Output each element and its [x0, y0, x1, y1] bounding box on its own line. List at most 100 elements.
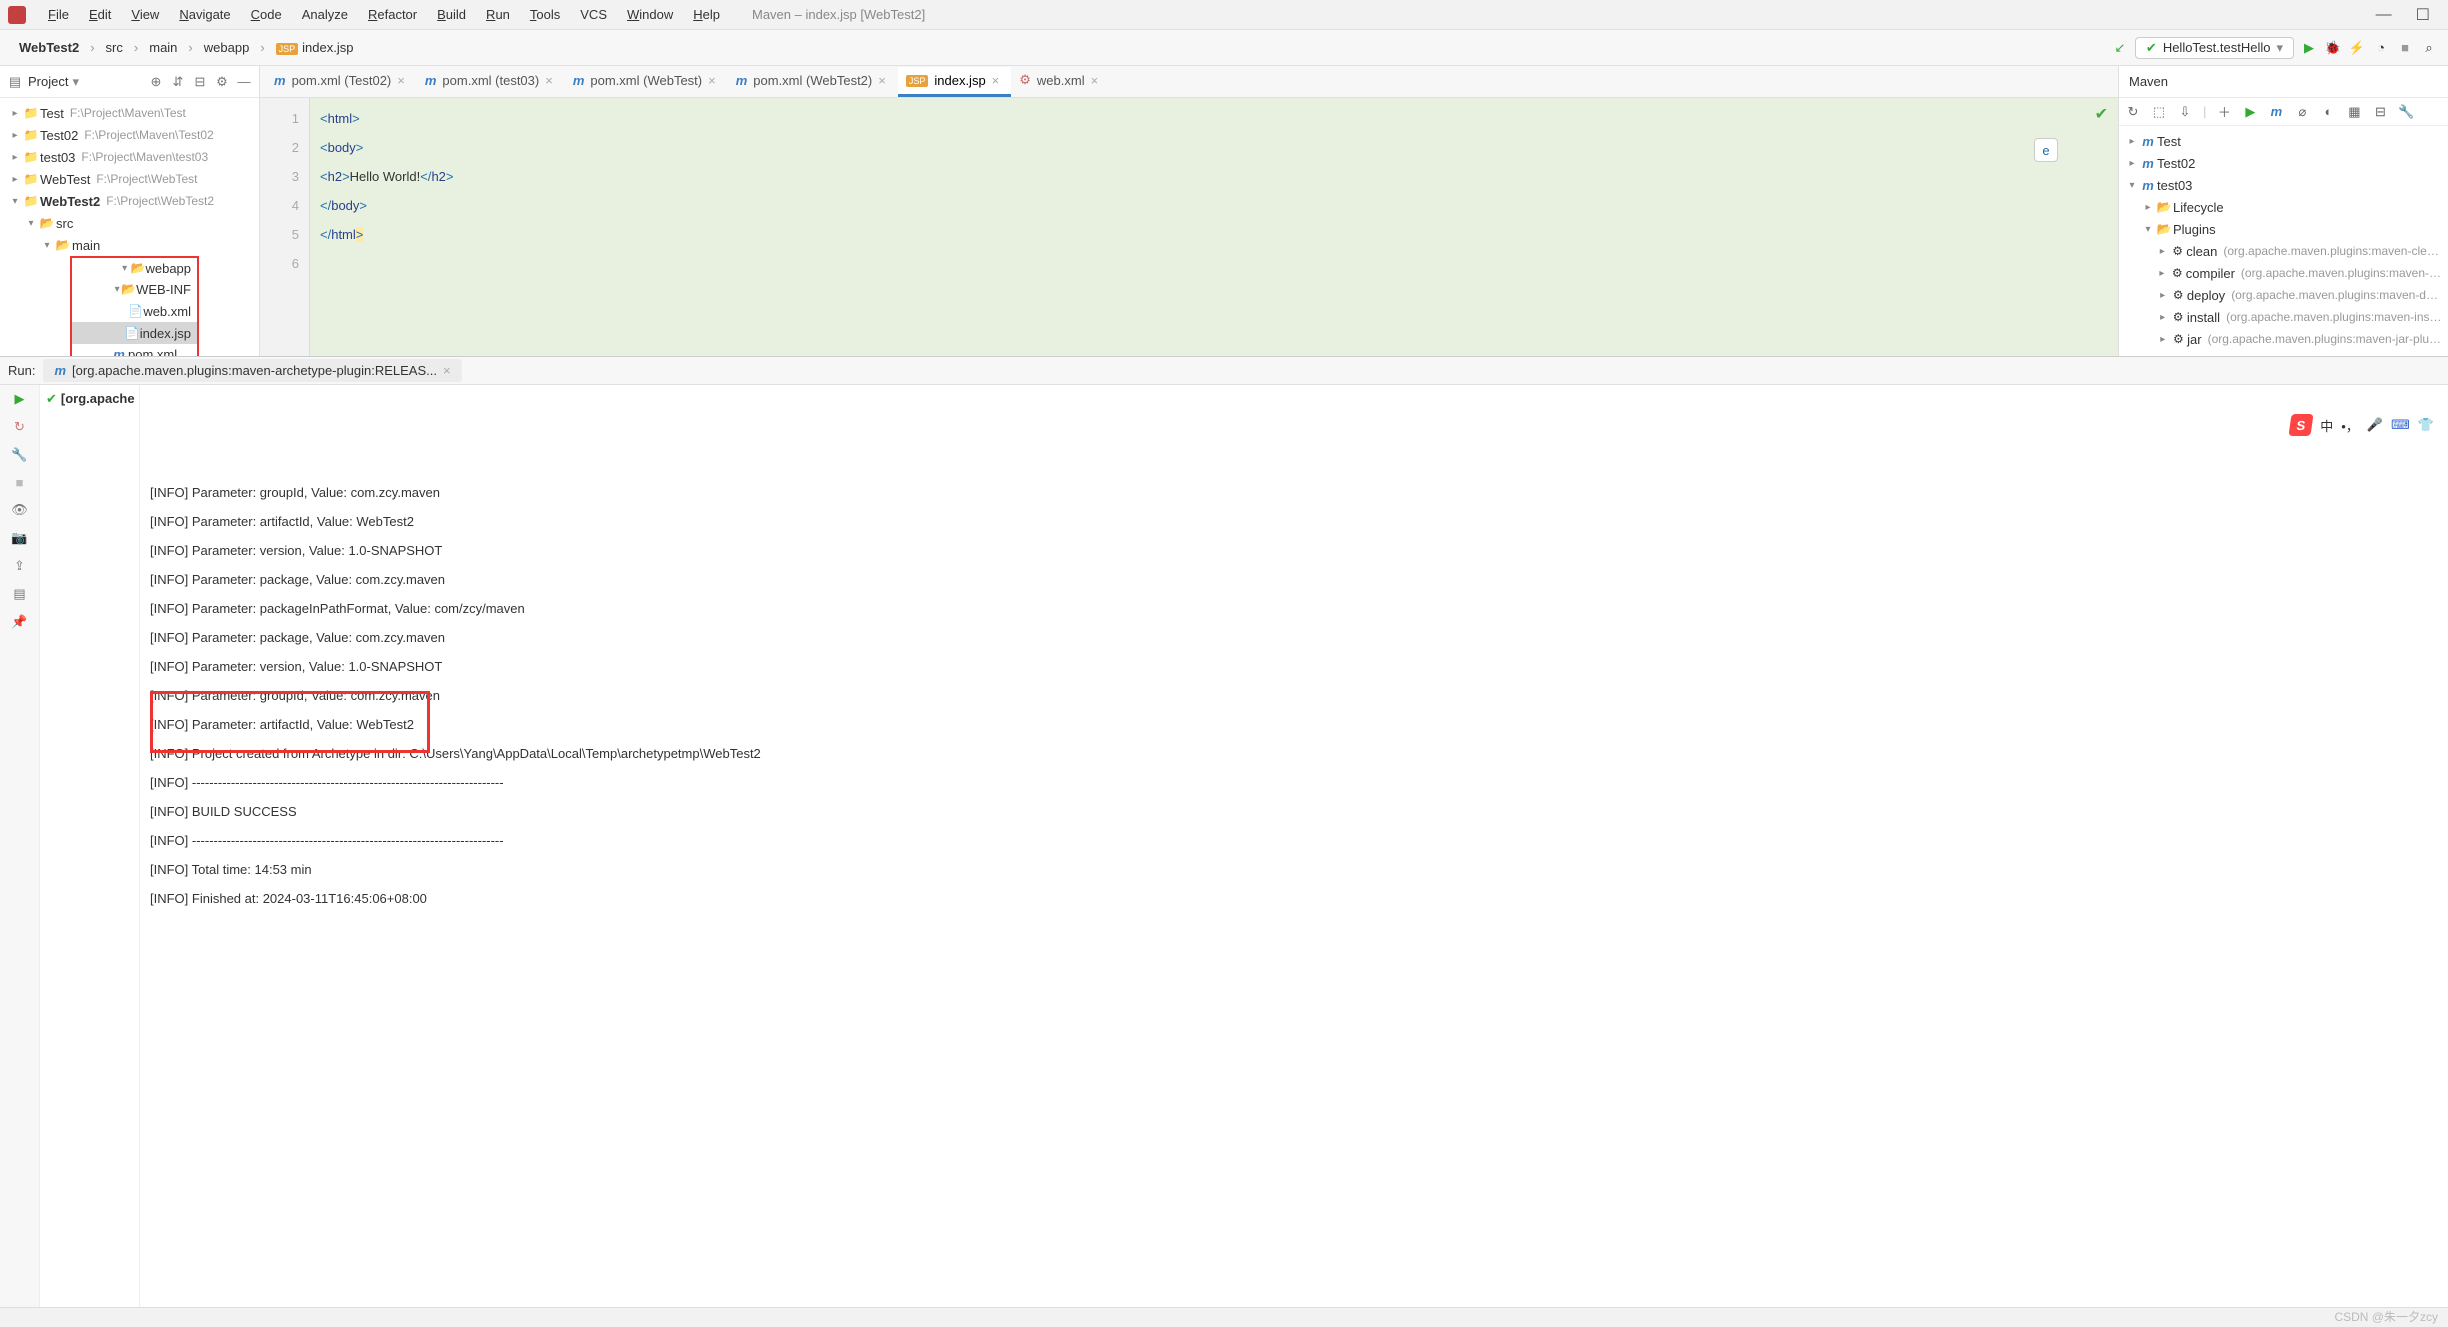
close-icon[interactable]: × [545, 73, 553, 88]
export-icon[interactable]: ⇪ [14, 558, 25, 574]
tree-node-WEB-INF[interactable]: ▾📂WEB-INF [70, 278, 199, 300]
settings-icon[interactable]: ⚙ [213, 74, 231, 90]
console-output[interactable]: [INFO] Parameter: groupId, Value: com.zc… [140, 385, 2448, 1307]
ime-skin-icon[interactable]: 👕 [2418, 417, 2434, 433]
toggle-offline-icon[interactable]: ⌀ [2294, 104, 2310, 120]
tree-node-main[interactable]: ▾📂main [0, 234, 259, 256]
screenshot-icon[interactable]: 📷 [11, 530, 27, 546]
run-maven-icon[interactable]: ▶ [2242, 104, 2258, 120]
select-opened-file-icon[interactable]: ⊕ [147, 74, 165, 90]
maven-node-Test[interactable]: ▸mTest [2119, 130, 2448, 152]
maven-settings-icon[interactable]: 🔧 [2398, 104, 2414, 120]
ime-keyboard-icon[interactable]: ⌨ [2391, 417, 2410, 433]
toggle-wrap-icon[interactable]: 🔧 [11, 447, 27, 463]
breadcrumb-0[interactable]: WebTest2 [10, 37, 88, 58]
tree-node-webapp[interactable]: ▾📂webapp [70, 256, 199, 278]
tab-web-xml[interactable]: ⚙web.xml× [1011, 66, 1110, 97]
close-icon[interactable]: × [443, 363, 451, 378]
maven-node-compiler[interactable]: ▸⚙compiler(org.apache.maven.plugins:mave… [2119, 262, 2448, 284]
run-button[interactable]: ▶ [2300, 40, 2318, 56]
breadcrumb-3[interactable]: webapp [195, 37, 259, 58]
menu-window[interactable]: Window [619, 4, 681, 25]
breadcrumb-4[interactable]: JSPindex.jsp [267, 37, 363, 58]
tree-node-test03[interactable]: ▸📁test03F:\Project\Maven\test03 [0, 146, 259, 168]
close-icon[interactable]: × [397, 73, 405, 88]
maven-m-icon[interactable]: m [2268, 104, 2284, 119]
menu-vcs[interactable]: VCS [572, 4, 615, 25]
minimize-button[interactable]: — [2366, 6, 2402, 24]
profile-button[interactable]: ◔ [2372, 40, 2390, 55]
debug-button[interactable]: 🐞 [2324, 40, 2342, 56]
menu-refactor[interactable]: Refactor [360, 4, 425, 25]
run-tab[interactable]: m [org.apache.maven.plugins:maven-archet… [43, 359, 461, 382]
maximize-button[interactable]: ☐ [2406, 5, 2440, 25]
maven-node-test03[interactable]: ▾mtest03 [2119, 174, 2448, 196]
breadcrumb-1[interactable]: src [97, 37, 132, 58]
tab-pom-xml--webtest-[interactable]: mpom.xml (WebTest)× [565, 67, 728, 97]
generate-sources-icon[interactable]: ⬚ [2151, 104, 2167, 120]
build-icon[interactable]: ↙ [2111, 40, 2129, 56]
maven-node-Test02[interactable]: ▸mTest02 [2119, 152, 2448, 174]
maven-node-deploy[interactable]: ▸⚙deploy(org.apache.maven.plugins:maven-… [2119, 284, 2448, 306]
toggle-skip-tests-icon[interactable]: ◐ [2320, 104, 2336, 119]
tree-node-WebTest2[interactable]: ▾📁WebTest2F:\Project\WebTest2 [0, 190, 259, 212]
download-icon[interactable]: ⇩ [2177, 104, 2193, 120]
tree-node-Test02[interactable]: ▸📁Test02F:\Project\Maven\Test02 [0, 124, 259, 146]
reimport-icon[interactable]: ↻ [2125, 104, 2141, 120]
run-results-tree[interactable]: ✔[org.apache [40, 385, 140, 1307]
menu-navigate[interactable]: Navigate [171, 4, 238, 25]
stop-icon[interactable]: ■ [16, 475, 24, 490]
tab-pom-xml--test03-[interactable]: mpom.xml (test03)× [417, 67, 565, 97]
rerun-failed-icon[interactable]: ↻ [14, 419, 25, 435]
maven-node-Lifecycle[interactable]: ▸📂Lifecycle [2119, 196, 2448, 218]
show-deps-icon[interactable]: ▦ [2346, 104, 2362, 120]
menu-edit[interactable]: Edit [81, 4, 119, 25]
project-view-icon[interactable]: ▤ [6, 74, 24, 90]
close-icon[interactable]: × [992, 73, 1000, 88]
expand-all-icon[interactable]: ⇵ [169, 74, 187, 90]
ime-toolbar[interactable]: S 中 •， 🎤 ⌨ 👕 [2286, 410, 2438, 440]
rerun-icon[interactable]: ▶ [15, 391, 25, 407]
search-icon[interactable]: ⌕ [2420, 40, 2438, 56]
collapse-all-icon[interactable]: ⊟ [191, 74, 209, 90]
maven-node-Plugins[interactable]: ▾📂Plugins [2119, 218, 2448, 240]
menu-view[interactable]: View [123, 4, 167, 25]
menu-code[interactable]: Code [243, 4, 290, 25]
hide-icon[interactable]: — [235, 74, 253, 89]
close-icon[interactable]: × [878, 73, 886, 88]
ime-mic-icon[interactable]: 🎤 [2367, 417, 2383, 433]
menu-help[interactable]: Help [685, 4, 728, 25]
ime-punct-icon[interactable]: •， [2341, 416, 2359, 435]
sogou-icon[interactable]: S [2289, 414, 2314, 436]
menu-file[interactable]: File [40, 4, 77, 25]
layout-icon[interactable]: ▤ [13, 586, 25, 602]
tree-node-web.xml[interactable]: 📄web.xml [70, 300, 199, 322]
coverage-button[interactable]: ⚡ [2348, 40, 2366, 56]
tree-node-WebTest[interactable]: ▸📁WebTestF:\Project\WebTest [0, 168, 259, 190]
show-passed-icon[interactable]: 👁 [11, 502, 28, 518]
menu-build[interactable]: Build [429, 4, 474, 25]
tab-pom-xml--test02-[interactable]: mpom.xml (Test02)× [266, 67, 417, 97]
maven-node-install[interactable]: ▸⚙install(org.apache.maven.plugins:maven… [2119, 306, 2448, 328]
tab-pom-xml--webtest2-[interactable]: mpom.xml (WebTest2)× [728, 67, 898, 97]
pin-icon[interactable]: 📌 [11, 614, 27, 630]
tab-index-jsp[interactable]: JSPindex.jsp× [898, 67, 1011, 97]
tree-node-src[interactable]: ▾📂src [0, 212, 259, 234]
maven-node-clean[interactable]: ▸⚙clean(org.apache.maven.plugins:maven-c… [2119, 240, 2448, 262]
add-icon[interactable]: ＋ [2216, 102, 2232, 121]
menu-analyze[interactable]: Analyze [294, 4, 356, 25]
run-tree-root[interactable]: [org.apache [61, 391, 135, 406]
tree-node-Test[interactable]: ▸📁TestF:\Project\Maven\Test [0, 102, 259, 124]
menu-run[interactable]: Run [478, 4, 518, 25]
maven-node-jar[interactable]: ▸⚙jar(org.apache.maven.plugins:maven-jar… [2119, 328, 2448, 350]
inspection-ok-icon[interactable]: ✔ [2095, 104, 2108, 124]
menu-tools[interactable]: Tools [522, 4, 568, 25]
close-icon[interactable]: × [708, 73, 716, 88]
breadcrumb-2[interactable]: main [140, 37, 186, 58]
run-config-selector[interactable]: ✔ HelloTest.testHello ▾ [2135, 37, 2294, 59]
close-icon[interactable]: × [1091, 73, 1099, 88]
ime-lang-icon[interactable]: 中 [2320, 416, 2333, 435]
tree-node-index.jsp[interactable]: 📄index.jsp [70, 322, 199, 344]
collapse-icon[interactable]: ⊟ [2372, 104, 2388, 120]
stop-button[interactable]: ■ [2396, 40, 2414, 55]
